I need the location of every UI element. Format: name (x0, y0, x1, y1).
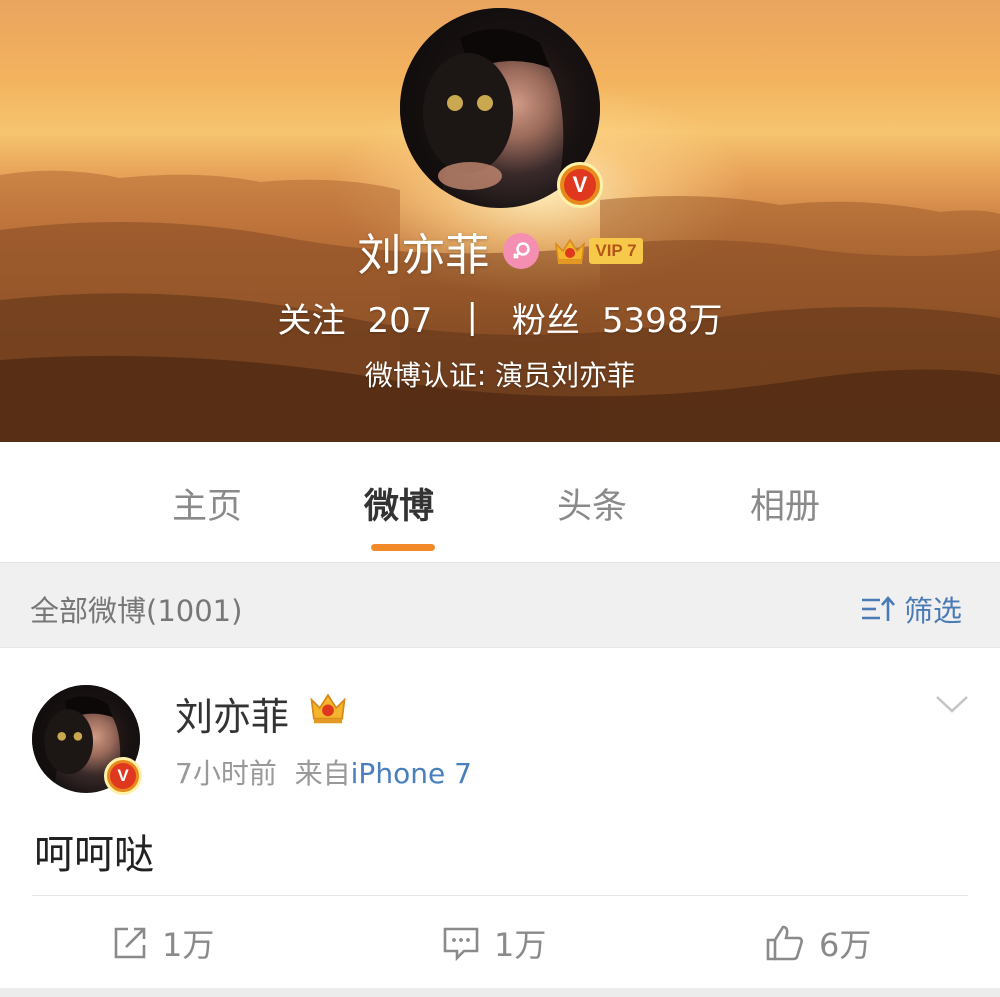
vip-badge[interactable]: VIP 7 (553, 236, 643, 266)
chevron-down-icon[interactable] (934, 692, 970, 716)
post-time: 7小时前 (175, 757, 277, 790)
verification-text: 微博认证: 演员刘亦菲 (364, 359, 636, 392)
profile-stats: 关注 207 | 粉丝 5398万 (0, 292, 1000, 342)
crown-icon (555, 238, 586, 264)
filter-label: 筛选 (904, 594, 963, 628)
post-meta: 7小时前 来自iPhone 7 (175, 752, 472, 792)
profile-tabs (0, 442, 1000, 562)
crown-icon (310, 693, 346, 724)
like-icon (766, 925, 803, 961)
like-count: 6万 (819, 926, 872, 964)
followers-stat[interactable]: 粉丝 5398万 (512, 293, 723, 342)
post-content: 呵呵哒 (34, 832, 154, 878)
vip-level: VIP 7 (589, 238, 643, 264)
filter-button[interactable]: 筛选 (860, 588, 962, 630)
verified-badge-icon: V (557, 162, 603, 208)
post-divider (32, 895, 968, 896)
bottom-separator (0, 988, 1000, 997)
followers-label: 粉丝 (511, 300, 580, 341)
following-stat[interactable]: 关注 207 (278, 293, 433, 342)
stats-separator: | (466, 297, 478, 337)
post-verified-badge-icon: V (104, 757, 142, 795)
tab-album[interactable]: 相册 (750, 478, 820, 529)
comment-icon (443, 927, 479, 961)
profile-header: V 刘亦菲 VIP 7 关注 207 | 粉丝 5398万 微博认证: 演员刘亦… (0, 0, 1000, 442)
like-button[interactable]: 6万 (765, 920, 871, 966)
followers-count: 5398万 (601, 300, 723, 341)
comment-count: 1万 (494, 926, 547, 964)
following-count: 207 (367, 300, 433, 341)
post-source-prefix: 来自 (294, 757, 351, 790)
post-source[interactable]: iPhone 7 (351, 757, 472, 790)
tab-headlines[interactable]: 头条 (557, 478, 627, 529)
following-label: 关注 (277, 300, 346, 341)
tab-weibo[interactable]: 微博 (364, 478, 434, 529)
profile-name: 刘亦菲 (357, 230, 490, 281)
all-weibo-count: 全部微博(1001) (30, 594, 243, 628)
active-tab-indicator (371, 544, 435, 551)
repost-count: 1万 (162, 926, 215, 964)
tab-home[interactable]: 主页 (172, 478, 242, 529)
comment-button[interactable]: 1万 (442, 920, 546, 966)
repost-button[interactable]: 1万 (112, 920, 214, 966)
female-icon (503, 233, 540, 269)
post-author-name[interactable]: 刘亦菲 (175, 686, 289, 741)
repost-icon (114, 927, 146, 959)
filter-icon (862, 596, 895, 621)
profile-name-row: 刘亦菲 VIP 7 (0, 222, 1000, 281)
